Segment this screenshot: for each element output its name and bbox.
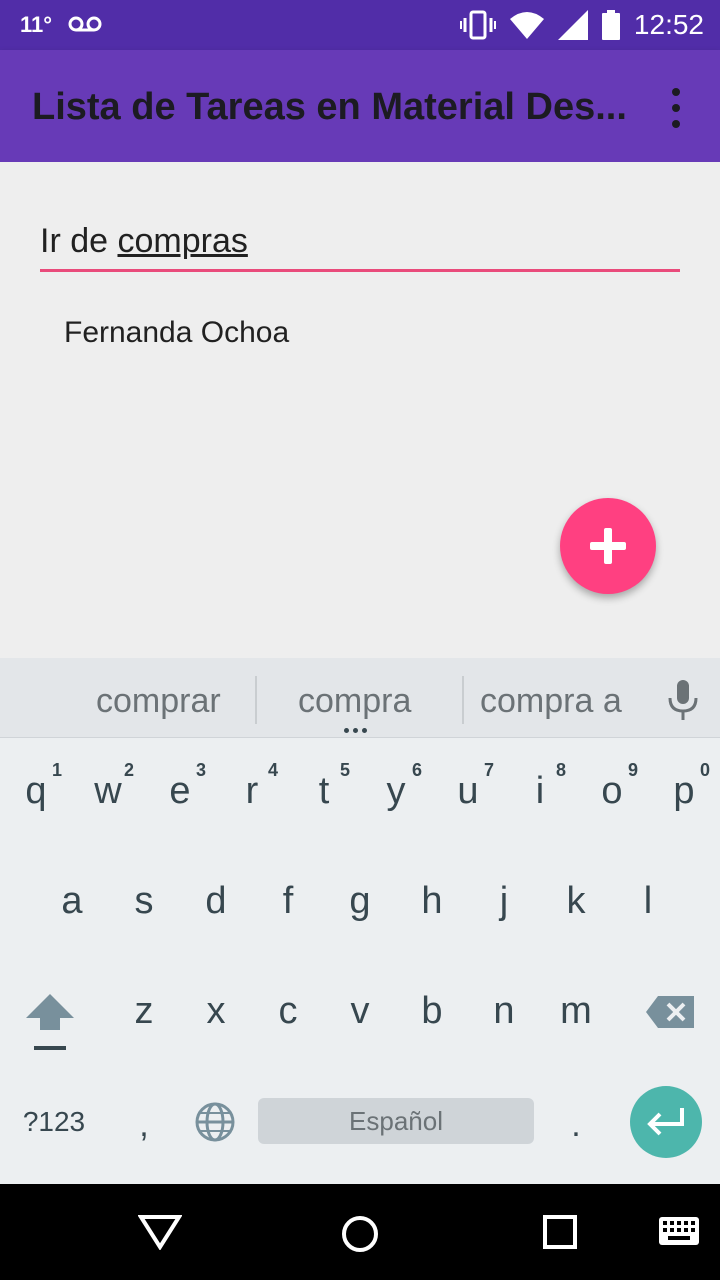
key-t[interactable]: t5	[300, 760, 350, 813]
key-w[interactable]: w2	[84, 760, 134, 813]
navigation-bar	[0, 1184, 720, 1280]
key-j[interactable]: j	[480, 880, 528, 923]
suggestion-divider	[255, 676, 257, 724]
key-y[interactable]: y6	[372, 760, 423, 813]
key-b[interactable]: b	[408, 990, 456, 1033]
key-m[interactable]: m	[552, 990, 600, 1033]
key-e[interactable]: e3	[156, 760, 206, 813]
task-input[interactable]: Ir de compras	[40, 218, 680, 272]
soft-keyboard: comprar compra compra a q1 w2 e3 r4 t5 y…	[0, 658, 720, 1184]
task-input-composing: compras	[117, 222, 248, 260]
key-r[interactable]: r4	[228, 760, 278, 813]
key-d[interactable]: d	[192, 880, 240, 923]
suggestion-strip: comprar compra compra a	[0, 658, 720, 738]
key-i[interactable]: i8	[516, 760, 566, 813]
comma-key[interactable]: ,	[128, 1106, 160, 1145]
key-v[interactable]: v	[336, 990, 384, 1033]
wifi-icon	[509, 12, 544, 39]
suggestion-divider	[462, 676, 464, 724]
task-list-item[interactable]: Fernanda Ochoa	[64, 316, 289, 350]
key-n[interactable]: n	[480, 990, 528, 1033]
app-title: Lista de Tareas en Material Des...	[32, 86, 627, 128]
menu-dot	[672, 88, 680, 96]
back-icon[interactable]	[138, 1214, 182, 1250]
key-q[interactable]: q1	[12, 760, 62, 813]
keyboard-switch-icon[interactable]	[658, 1216, 700, 1246]
main-content: Ir de compras Fernanda Ochoa	[0, 162, 720, 658]
recents-icon[interactable]	[542, 1214, 578, 1250]
add-task-button[interactable]	[560, 498, 656, 594]
suggestion-item[interactable]: comprar	[96, 682, 221, 721]
key-z[interactable]: z	[120, 990, 168, 1033]
globe-icon[interactable]	[194, 1101, 236, 1143]
voicemail-icon	[68, 16, 102, 32]
enter-key[interactable]	[630, 1086, 702, 1158]
key-u[interactable]: u7	[444, 760, 494, 813]
suggestion-item[interactable]: compra a	[480, 682, 622, 721]
suggestion-item[interactable]: compra	[298, 682, 411, 721]
key-h[interactable]: h	[408, 880, 456, 923]
key-s[interactable]: s	[120, 880, 168, 923]
signal-icon	[557, 10, 588, 40]
backspace-icon[interactable]	[644, 994, 696, 1030]
menu-dot	[672, 104, 680, 112]
home-icon[interactable]	[340, 1214, 380, 1254]
more-suggestions-icon[interactable]	[344, 728, 367, 733]
battery-icon	[601, 10, 620, 40]
clock-text: 12:52	[633, 9, 704, 40]
app-bar: Lista de Tareas en Material Des...	[0, 50, 720, 162]
symbols-key[interactable]: ?123	[14, 1106, 94, 1138]
period-key[interactable]: .	[560, 1106, 592, 1145]
more-vert-icon[interactable]	[658, 88, 694, 128]
key-o[interactable]: o9	[588, 760, 638, 813]
key-c[interactable]: c	[264, 990, 312, 1033]
key-g[interactable]: g	[336, 880, 384, 923]
status-bar: 11° 12:52	[0, 0, 720, 50]
key-x[interactable]: x	[192, 990, 240, 1033]
menu-dot	[672, 120, 680, 128]
task-input-prefix: Ir de	[40, 222, 118, 260]
temperature-text: 11°	[20, 12, 53, 37]
mic-icon[interactable]	[666, 680, 700, 720]
space-key[interactable]: Español	[258, 1098, 534, 1144]
shift-icon[interactable]	[24, 992, 76, 1052]
key-p[interactable]: p0	[660, 760, 710, 813]
enter-icon	[647, 1108, 684, 1136]
key-f[interactable]: f	[264, 880, 312, 923]
key-k[interactable]: k	[552, 880, 600, 923]
add-icon	[604, 528, 612, 564]
vibrate-icon	[459, 10, 496, 40]
key-l[interactable]: l	[624, 880, 672, 923]
key-a[interactable]: a	[48, 880, 96, 923]
